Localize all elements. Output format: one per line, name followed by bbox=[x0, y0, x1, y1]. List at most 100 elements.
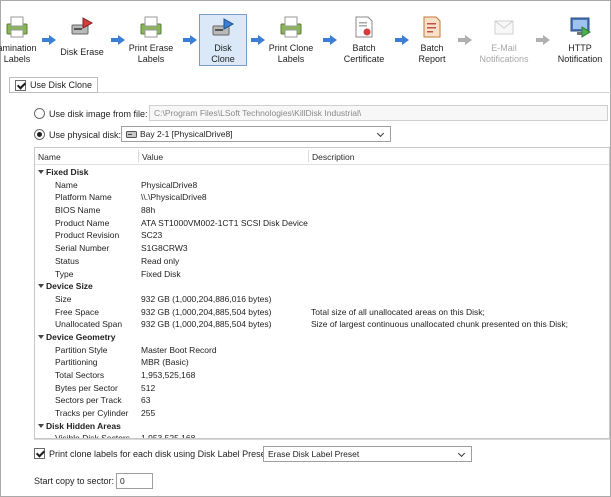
property-value: 1,953,525,168 bbox=[141, 370, 196, 380]
grid-category[interactable]: Device Size bbox=[35, 280, 609, 293]
property-value: 255 bbox=[141, 408, 156, 419]
property-value: 932 GB (1,000,204,885,504 bytes) bbox=[141, 319, 272, 330]
property-value: S1G8CRW3 bbox=[141, 243, 188, 254]
use-disk-image-label: Use disk image from file: bbox=[49, 109, 148, 119]
disk-clone-icon bbox=[212, 18, 235, 36]
grid-row[interactable]: Product Name ATA ST1000VM002-1CT1 SCSI Di… bbox=[35, 217, 609, 230]
property-value: 932 GB (1,000,204,886,016 bytes) bbox=[141, 293, 272, 304]
step-label: Batch Report bbox=[418, 43, 446, 64]
property-value: Fixed Disk bbox=[141, 268, 181, 279]
grid-row[interactable]: Total Sectors 1,953,525,168 bbox=[35, 369, 609, 382]
physical-disk-value: Bay 2-1 [PhysicalDrive8] bbox=[140, 129, 233, 139]
property-name: Sectors per Track bbox=[55, 395, 122, 406]
step-disk-clone[interactable]: Disk Clone bbox=[199, 14, 247, 66]
pipeline-toolbar: amination Labels Disk Erase Print Erase … bbox=[0, 1, 611, 71]
property-name: Total Sectors bbox=[55, 370, 105, 380]
collapse-triangle-icon[interactable] bbox=[38, 170, 44, 174]
use-physical-disk-radio[interactable] bbox=[34, 129, 45, 140]
disk-clone-panel: amination Labels Disk Erase Print Erase … bbox=[0, 0, 611, 497]
grid-row[interactable]: Size 932 GB (1,000,204,886,016 bytes) bbox=[35, 293, 609, 306]
grid-row[interactable]: Unallocated Span 932 GB (1,000,204,885,50… bbox=[35, 318, 609, 331]
grid-row[interactable]: BIOS Name 88h bbox=[35, 204, 609, 217]
use-disk-image-radio[interactable] bbox=[34, 108, 45, 119]
grid-bottom-divider bbox=[34, 439, 610, 440]
print-clone-labels-checkbox[interactable] bbox=[34, 448, 45, 459]
property-name: Serial Number bbox=[55, 243, 110, 254]
property-value: 88h bbox=[141, 205, 156, 216]
step-label: Batch Certificate bbox=[343, 43, 385, 64]
grid-row[interactable]: Type Fixed Disk bbox=[35, 268, 609, 281]
grid-category[interactable]: Device Geometry bbox=[35, 331, 609, 344]
grid-row[interactable]: Name PhysicalDrive8 bbox=[35, 179, 609, 192]
report-icon bbox=[423, 16, 441, 38]
grid-row[interactable]: Bytes per Sector 512 bbox=[35, 382, 609, 395]
property-value: Master Boot Record bbox=[141, 344, 217, 355]
step-print-erase-labels[interactable]: Print Erase Labels bbox=[127, 13, 175, 67]
grid-header: Name Value Description bbox=[35, 148, 609, 165]
section-divider bbox=[9, 92, 611, 93]
use-disk-clone-label: Use Disk Clone bbox=[30, 80, 93, 90]
property-name: Tracks per Cylinder bbox=[55, 408, 129, 419]
property-value: MBR (Basic) bbox=[141, 357, 189, 368]
hard-disk-icon bbox=[126, 131, 137, 138]
collapse-triangle-icon[interactable] bbox=[38, 423, 44, 428]
grid-row[interactable]: Product Revision SC23 bbox=[35, 229, 609, 242]
start-copy-sector-input[interactable]: 0 bbox=[116, 473, 153, 489]
step-print-clone-labels[interactable]: Print Clone Labels bbox=[267, 13, 315, 67]
property-value: SC23 bbox=[141, 230, 163, 241]
property-name: Partitioning bbox=[55, 357, 98, 368]
grid-category[interactable]: Disk Hidden Areas bbox=[35, 420, 609, 433]
chevron-down-icon bbox=[378, 130, 386, 138]
category-label: Fixed Disk bbox=[46, 167, 89, 177]
certificate-icon bbox=[355, 16, 373, 38]
category-label: Device Size bbox=[46, 281, 93, 292]
grid-body: Fixed Disk Name PhysicalDrive8 Platform Nam… bbox=[35, 166, 609, 438]
property-value: 63 bbox=[141, 395, 151, 406]
disk-properties-grid[interactable]: Name Value Description Fixed Disk Name Phy… bbox=[34, 147, 610, 439]
grid-row[interactable]: Partitioning MBR (Basic) bbox=[35, 356, 609, 369]
property-value: Read only bbox=[141, 255, 180, 266]
label-preset-value: Erase Disk Label Preset bbox=[268, 449, 360, 459]
disk-image-path-field[interactable]: C:\Program Files\LSoft Technologies\Kill… bbox=[149, 105, 608, 121]
collapse-triangle-icon[interactable] bbox=[38, 334, 44, 339]
email-icon bbox=[494, 20, 514, 35]
chevron-down-icon bbox=[459, 450, 467, 458]
category-label: Device Geometry bbox=[46, 331, 116, 342]
use-disk-clone-checkbox[interactable] bbox=[15, 80, 26, 91]
physical-disk-select[interactable]: Bay 2-1 [PhysicalDrive8] bbox=[121, 126, 391, 142]
grid-row[interactable]: Sectors per Track 63 bbox=[35, 394, 609, 407]
property-name: Product Name bbox=[55, 217, 110, 228]
step-label: E-Mail Notifications bbox=[479, 43, 529, 64]
property-name: BIOS Name bbox=[55, 205, 101, 216]
column-name[interactable]: Name bbox=[38, 152, 61, 162]
grid-row[interactable]: Status Read only bbox=[35, 255, 609, 268]
property-description: Size of largest continuous unallocated c… bbox=[311, 319, 569, 330]
use-disk-clone-group[interactable]: Use Disk Clone bbox=[9, 77, 98, 93]
grid-row[interactable]: Tracks per Cylinder 255 bbox=[35, 407, 609, 420]
property-value: \\.\PhysicalDrive8 bbox=[141, 192, 207, 203]
property-name: Name bbox=[55, 179, 78, 190]
grid-row[interactable]: Partition Style Master Boot Record bbox=[35, 344, 609, 357]
step-batch-certificate[interactable]: Batch Certificate bbox=[340, 13, 388, 67]
http-notification-icon bbox=[570, 17, 591, 38]
property-name: Type bbox=[55, 268, 74, 279]
grid-category[interactable]: Fixed Disk bbox=[35, 166, 609, 179]
step-label: Disk Erase bbox=[60, 47, 104, 57]
collapse-triangle-icon[interactable] bbox=[38, 284, 44, 289]
grid-row[interactable]: Free Space 932 GB (1,000,204,885,504 byte… bbox=[35, 306, 609, 319]
step-examination-labels[interactable]: amination Labels bbox=[0, 13, 41, 67]
grid-row[interactable]: Platform Name \\.\PhysicalDrive8 bbox=[35, 191, 609, 204]
column-value[interactable]: Value bbox=[142, 152, 163, 162]
label-preset-select[interactable]: Erase Disk Label Preset bbox=[263, 446, 472, 462]
property-description: Total size of all unallocated areas on t… bbox=[311, 306, 485, 317]
step-http-notification[interactable]: HTTP Notification bbox=[556, 13, 604, 67]
property-name: Size bbox=[55, 293, 72, 304]
property-value: ATA ST1000VM002-1CT1 SCSI Disk Device bbox=[141, 217, 308, 228]
step-batch-report[interactable]: Batch Report bbox=[408, 13, 456, 67]
label-printer-icon bbox=[280, 16, 302, 38]
step-label: HTTP Notification bbox=[557, 43, 603, 64]
grid-row[interactable]: Serial Number S1G8CRW3 bbox=[35, 242, 609, 255]
property-name: Unallocated Span bbox=[55, 319, 123, 330]
column-description[interactable]: Description bbox=[312, 152, 355, 162]
step-disk-erase[interactable]: Disk Erase bbox=[58, 13, 106, 67]
